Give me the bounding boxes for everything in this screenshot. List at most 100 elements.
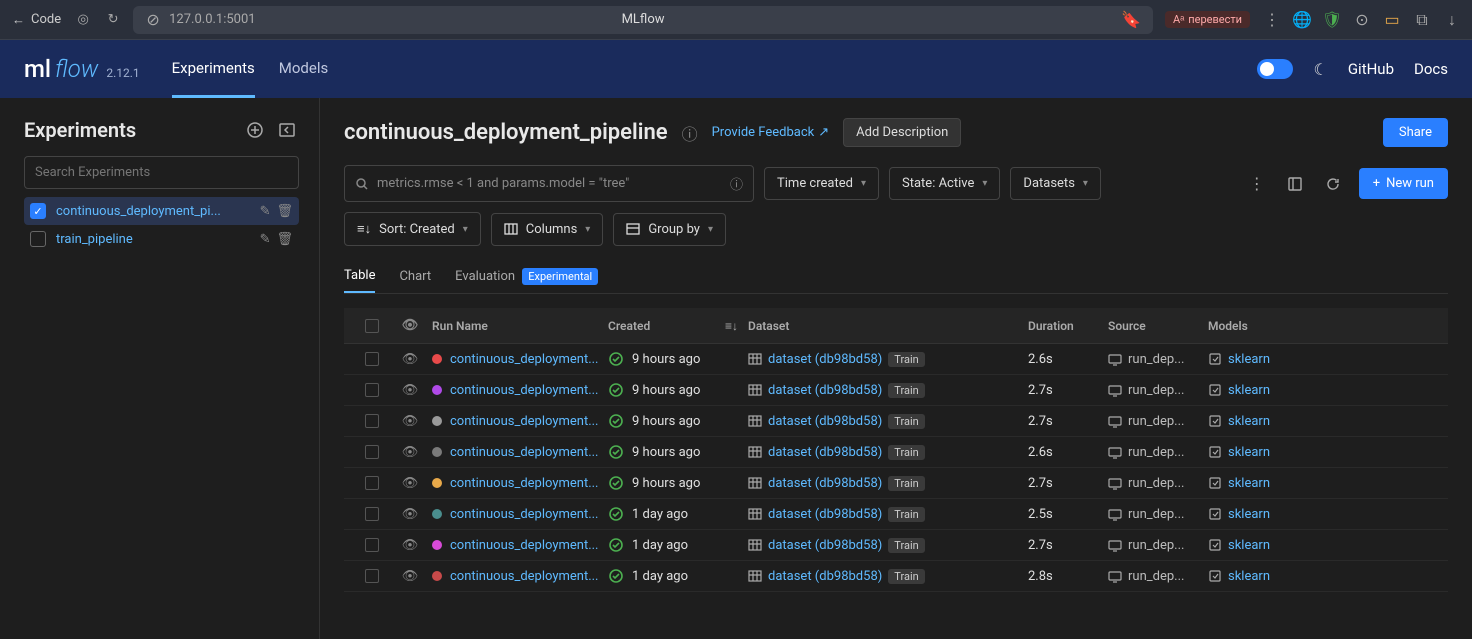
experiment-name[interactable]: continuous_deployment_pi... [56,204,250,219]
model-link[interactable]: sklearn [1228,352,1270,367]
nav-tab-experiments[interactable]: Experiments [172,41,255,98]
table-row[interactable]: 👁continuous_deployment...9 hours agodata… [344,344,1448,375]
kebab-menu-icon[interactable]: ⋮ [1245,172,1269,196]
header-link-docs[interactable]: Docs [1414,60,1448,78]
collapse-sidebar-icon[interactable] [275,118,299,142]
compass-icon[interactable]: ◎ [75,12,91,28]
dataset-link[interactable]: dataset (db98bd58) [768,383,882,398]
dataset-link[interactable]: dataset (db98bd58) [768,352,882,367]
run-name-link[interactable]: continuous_deployment... [450,538,598,553]
visibility-icon[interactable]: 👁 [402,476,419,491]
row-checkbox[interactable] [365,352,379,366]
state-dropdown[interactable]: State: Active ▾ [889,167,1000,200]
view-tab-table[interactable]: Table [344,260,375,293]
groupby-dropdown[interactable]: Group by ▾ [613,213,726,246]
add-experiment-icon[interactable] [243,118,267,142]
bookmark-icon[interactable]: 🔖 [1121,10,1141,29]
run-name-link[interactable]: continuous_deployment... [450,352,598,367]
download-icon[interactable]: ↓ [1444,12,1460,28]
datasets-dropdown[interactable]: Datasets ▾ [1010,167,1101,200]
sidebar-item[interactable]: train_pipeline✎🗑 [24,225,299,253]
table-row[interactable]: 👁continuous_deployment...9 hours agodata… [344,468,1448,499]
translate-badge[interactable]: Aᵃ перевести [1165,11,1250,28]
reload-icon[interactable]: ↻ [105,12,121,28]
dataset-link[interactable]: dataset (db98bd58) [768,507,882,522]
row-checkbox[interactable] [365,569,379,583]
video-icon[interactable]: ⊙ [1354,12,1370,28]
dataset-link[interactable]: dataset (db98bd58) [768,445,882,460]
dataset-link[interactable]: dataset (db98bd58) [768,414,882,429]
run-name-link[interactable]: continuous_deployment... [450,383,598,398]
run-name-link[interactable]: continuous_deployment... [450,476,598,491]
col-header-created[interactable]: Created ≡↓ [608,319,748,333]
view-tab-evaluation[interactable]: Evaluation Experimental [455,261,598,292]
dataset-link[interactable]: dataset (db98bd58) [768,538,882,553]
run-name-link[interactable]: continuous_deployment... [450,445,598,460]
visibility-icon[interactable]: 👁 [402,352,419,367]
col-header-runname[interactable]: Run Name [428,319,608,333]
table-row[interactable]: 👁continuous_deployment...1 day agodatase… [344,530,1448,561]
row-checkbox[interactable] [365,476,379,490]
col-header-models[interactable]: Models [1208,319,1308,333]
delete-icon[interactable]: 🗑 [276,232,293,247]
visibility-icon[interactable]: 👁 [402,383,419,398]
browser-back-button[interactable]: ← Code [12,12,61,28]
table-row[interactable]: 👁continuous_deployment...9 hours agodata… [344,406,1448,437]
row-checkbox[interactable] [365,538,379,552]
model-link[interactable]: sklearn [1228,538,1270,553]
dataset-link[interactable]: dataset (db98bd58) [768,476,882,491]
edit-icon[interactable]: ✎ [260,204,271,219]
add-description-button[interactable]: Add Description [843,118,961,147]
model-link[interactable]: sklearn [1228,383,1270,398]
share-button[interactable]: Share [1383,118,1448,147]
col-header-duration[interactable]: Duration [1028,319,1108,333]
extensions-icon[interactable]: ⧉ [1414,12,1430,28]
row-checkbox[interactable] [365,507,379,521]
visibility-icon[interactable]: 👁 [402,538,419,553]
view-tab-chart[interactable]: Chart [399,261,431,292]
sort-dropdown[interactable]: ≡↓ Sort: Created ▾ [344,212,481,246]
row-checkbox[interactable] [365,445,379,459]
mlflow-logo[interactable]: mlflow 2.12.1 [24,55,140,83]
info-icon[interactable]: ⓘ [682,121,698,145]
edit-icon[interactable]: ✎ [260,232,271,247]
url-bar[interactable]: ⊘ 127.0.0.1:5001 MLflow 🔖 [133,6,1153,34]
experiment-checkbox[interactable] [30,231,46,247]
shield-icon[interactable]: 🛡 [1324,12,1340,28]
table-row[interactable]: 👁continuous_deployment...1 day agodatase… [344,499,1448,530]
search-runs-input[interactable]: metrics.rmse < 1 and params.model = "tre… [344,165,754,202]
table-row[interactable]: 👁continuous_deployment...9 hours agodata… [344,437,1448,468]
refresh-icon[interactable] [1321,172,1345,196]
model-link[interactable]: sklearn [1228,414,1270,429]
search-experiments-input[interactable] [24,156,299,189]
panel-layout-icon[interactable] [1283,172,1307,196]
run-name-link[interactable]: continuous_deployment... [450,569,598,584]
col-header-dataset[interactable]: Dataset [748,319,1028,333]
header-link-github[interactable]: GitHub [1348,60,1394,78]
delete-icon[interactable]: 🗑 [276,204,293,219]
run-name-link[interactable]: continuous_deployment... [450,414,598,429]
kebab-icon[interactable]: ⋮ [1264,12,1280,28]
table-row[interactable]: 👁continuous_deployment...9 hours agodata… [344,375,1448,406]
visibility-icon[interactable]: 👁 [402,507,419,522]
theme-toggle[interactable] [1257,59,1293,79]
globe-icon[interactable]: 🌐 [1294,12,1310,28]
model-link[interactable]: sklearn [1228,445,1270,460]
time-created-dropdown[interactable]: Time created ▾ [764,167,879,200]
col-header-source[interactable]: Source [1108,319,1208,333]
info-icon[interactable]: ⓘ [730,174,743,193]
visibility-icon[interactable]: 👁 [402,414,419,429]
feedback-link[interactable]: Provide Feedback ↗ [712,125,830,140]
model-link[interactable]: sklearn [1228,507,1270,522]
new-run-button[interactable]: + New run [1359,168,1448,199]
table-row[interactable]: 👁continuous_deployment...1 day agodatase… [344,561,1448,592]
visibility-icon[interactable]: 👁 [402,569,419,584]
dataset-link[interactable]: dataset (db98bd58) [768,569,882,584]
visibility-icon[interactable]: 👁 [402,445,419,460]
row-checkbox[interactable] [365,414,379,428]
experiment-checkbox[interactable]: ✓ [30,203,46,219]
columns-dropdown[interactable]: Columns ▾ [491,213,604,246]
battery-icon[interactable]: ▭ [1384,12,1400,28]
sidebar-item[interactable]: ✓ continuous_deployment_pi... ✎ 🗑 [24,197,299,225]
nav-tab-models[interactable]: Models [279,41,328,98]
